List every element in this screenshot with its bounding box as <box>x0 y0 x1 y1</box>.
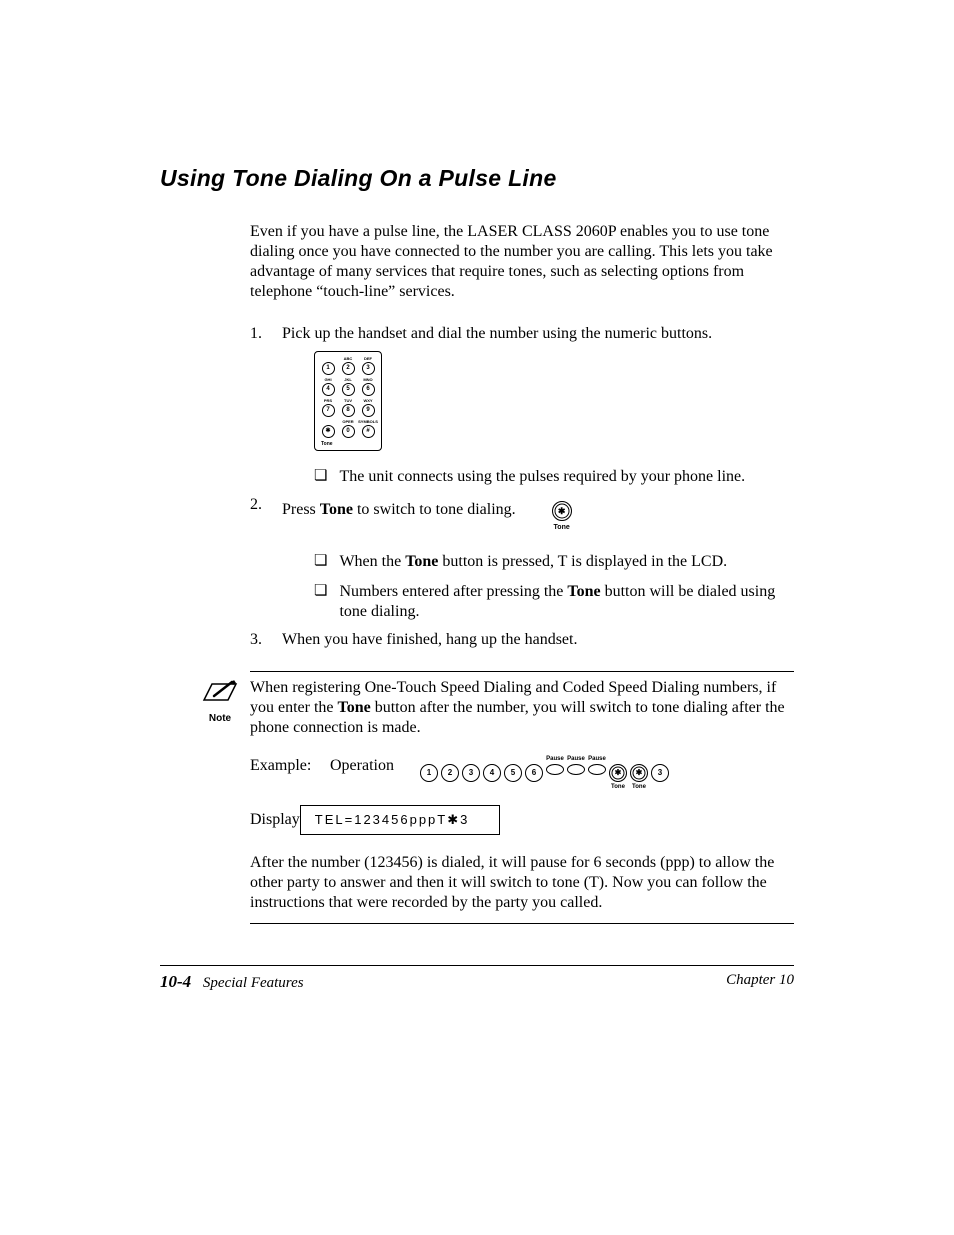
op-key-4: 4 <box>483 764 501 782</box>
step-3: When you have finished, hang up the hand… <box>250 630 794 651</box>
note-paragraph-1: When registering One-Touch Speed Dialing… <box>250 679 785 736</box>
bullet-icon: ❏ <box>314 467 327 487</box>
keypad-key-star: ✱ <box>322 425 335 438</box>
display-label: Display <box>250 810 300 830</box>
step-3-text: When you have finished, hang up the hand… <box>282 631 577 648</box>
keypad-key-hash: # <box>362 425 375 438</box>
keypad-diagram: 1 ABC2 DEF3 GHI4 JKL5 MNO6 PRS7 TUV8 WXY… <box>314 351 382 452</box>
op-pause-2 <box>567 764 585 775</box>
section-name: Special Features <box>203 975 304 991</box>
tone-button-label: Tone <box>554 523 570 532</box>
keypad-key-9: 9 <box>362 404 375 417</box>
op-tone-2: ✱ <box>630 764 648 782</box>
note-paragraph-2: After the number (123456) is dialed, it … <box>250 853 794 913</box>
bullet-icon: ❏ <box>314 582 327 622</box>
keypad-key-2: 2 <box>342 362 355 375</box>
op-key-1: 1 <box>420 764 438 782</box>
op-key-final: 3 <box>651 764 669 782</box>
keypad-key-1: 1 <box>322 362 335 375</box>
op-key-2: 2 <box>441 764 459 782</box>
tone-button-icon: ✱ <box>552 501 572 521</box>
section-heading: Using Tone Dialing On a Pulse Line <box>160 165 794 192</box>
step-2-text-a: Press <box>282 501 320 518</box>
keypad-key-7: 7 <box>322 404 335 417</box>
example-label: Example: <box>250 756 330 776</box>
op-key-5: 5 <box>504 764 522 782</box>
op-key-3: 3 <box>462 764 480 782</box>
step-2-subnote-2: Numbers entered after pressing the Tone … <box>339 582 794 622</box>
operation-sequence: 1 2 3 4 5 6 Pause Pause Pause ✱Tone ✱Ton… <box>420 756 669 791</box>
op-key-6: 6 <box>525 764 543 782</box>
note-icon: Note <box>190 678 250 724</box>
op-pause-1 <box>546 764 564 775</box>
operation-label: Operation <box>330 756 420 776</box>
step-1-text: Pick up the handset and dial the number … <box>282 325 712 342</box>
op-pause-3 <box>588 764 606 775</box>
step-1: Pick up the handset and dial the number … <box>250 324 794 487</box>
keypad-key-4: 4 <box>322 383 335 396</box>
intro-paragraph: Even if you have a pulse line, the LASER… <box>250 222 794 302</box>
step-2-text-b: to switch to tone dialing. <box>353 501 516 518</box>
note-label: Note <box>190 713 250 724</box>
step-2: Press Tone to switch to tone dialing. ✱ … <box>250 495 794 622</box>
op-tone-1: ✱ <box>609 764 627 782</box>
keypad-key-5: 5 <box>342 383 355 396</box>
keypad-key-8: 8 <box>342 404 355 417</box>
chapter-label: Chapter 10 <box>726 972 794 992</box>
step-1-subnote: The unit connects using the pulses requi… <box>339 467 794 487</box>
keypad-key-0: 0 <box>342 425 355 438</box>
step-2-subnote-1: When the Tone button is pressed, T is di… <box>339 552 794 572</box>
page-number: 10-4 <box>160 972 191 991</box>
tone-button-diagram: ✱ Tone <box>552 501 572 532</box>
page-footer: 10-4 Special Features Chapter 10 <box>160 965 794 992</box>
keypad-key-3: 3 <box>362 362 375 375</box>
lcd-display: TEL=123456pppT✱3 <box>300 805 500 835</box>
keypad-key-6: 6 <box>362 383 375 396</box>
bullet-icon: ❏ <box>314 552 327 572</box>
keypad-tone-label: Tone <box>321 441 375 448</box>
